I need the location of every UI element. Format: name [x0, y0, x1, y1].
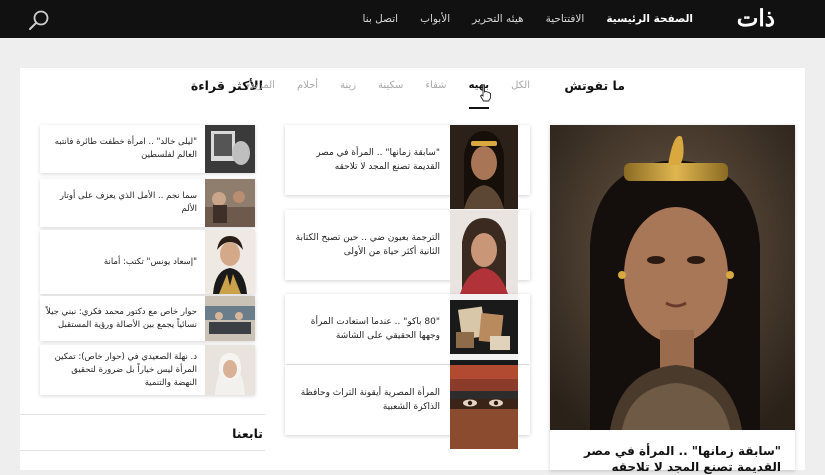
- site-logo[interactable]: ذات: [737, 2, 775, 36]
- tab-all[interactable]: الكل: [511, 79, 530, 99]
- most-read-item[interactable]: د. نهلة الصعيدي في (حوار خاص): تمكين الم…: [40, 345, 255, 395]
- nav-contact[interactable]: اتصل بنا: [363, 0, 399, 38]
- most-read-title[interactable]: حوار خاص مع دكتور محمد فكري: نبني جيلاً …: [46, 296, 197, 341]
- search-icon[interactable]: [28, 9, 50, 31]
- nav-sections[interactable]: الأبواب: [420, 0, 450, 38]
- most-read-title[interactable]: سما نجم .. الأمل الذي يعزف على أوتار الأ…: [46, 179, 197, 227]
- tab-more-label: المزيد: [249, 80, 275, 91]
- tab-shifaa[interactable]: شفاء: [425, 79, 446, 99]
- nav-editorial-board[interactable]: هيئه التحرير: [472, 0, 523, 38]
- tab-sakina[interactable]: سكينة: [378, 79, 403, 99]
- article-thumbnail: [450, 210, 518, 294]
- featured-article-card[interactable]: "سابقة زمانها" .. المرأة في مصر القديمة …: [550, 125, 795, 474]
- tab-zina[interactable]: زينة: [340, 79, 356, 99]
- most-read-title[interactable]: "ليلى خالد" .. امرأة خطفت طائرة فانتبه ا…: [46, 125, 197, 173]
- article-card[interactable]: "سابقة زمانها" .. المرأة في مصر القديمة …: [285, 125, 530, 209]
- top-navigation-bar: ذات الصفحة الرئيسية الافتتاحية هيئه التح…: [0, 0, 825, 38]
- most-read-item[interactable]: "إسعاد يونس" تكتب: أمانة: [40, 230, 255, 294]
- article-card[interactable]: "80 باكو" .. عندما استعادت المرأة وجهها …: [285, 294, 530, 378]
- article-title[interactable]: الترجمة بعيون ضي .. حين تصبح الكتابة الث…: [293, 210, 440, 280]
- article-card[interactable]: الترجمة بعيون ضي .. حين تصبح الكتابة الث…: [285, 210, 530, 294]
- nav-editorial[interactable]: الافتتاحية: [546, 0, 585, 38]
- article-title[interactable]: "سابقة زمانها" .. المرأة في مصر القديمة …: [293, 125, 440, 195]
- article-thumbnail: [205, 230, 255, 294]
- article-title[interactable]: "80 باكو" .. عندما استعادت المرأة وجهها …: [293, 294, 440, 364]
- article-thumbnail: [205, 345, 255, 395]
- nav-home[interactable]: الصفحة الرئيسية: [606, 0, 693, 38]
- article-thumbnail: [450, 125, 518, 209]
- must-read-heading: ما تفوتش: [564, 78, 625, 93]
- article-thumbnail: [205, 296, 255, 341]
- most-read-title[interactable]: "إسعاد يونس" تكتب: أمانة: [46, 230, 197, 294]
- article-thumbnail: [205, 125, 255, 173]
- article-title[interactable]: المرأة المصرية أيقونة التراث وحافظة الذا…: [293, 365, 440, 435]
- most-read-item[interactable]: سما نجم .. الأمل الذي يعزف على أوتار الأ…: [40, 179, 255, 227]
- tab-more[interactable]: المزيد▾: [246, 79, 275, 99]
- tab-ahlam[interactable]: أحلام: [297, 79, 318, 99]
- sidebar-divider: [20, 450, 265, 451]
- most-read-item[interactable]: حوار خاص مع دكتور محمد فكري: نبني جيلاً …: [40, 296, 255, 341]
- follow-us-heading: تابعنا: [232, 426, 263, 441]
- main-nav: الصفحة الرئيسية الافتتاحية هيئه التحرير …: [341, 0, 693, 38]
- article-card[interactable]: المرأة المصرية أيقونة التراث وحافظة الذا…: [285, 365, 530, 449]
- featured-article-title[interactable]: "سابقة زمانها" .. المرأة في مصر القديمة …: [561, 443, 781, 475]
- article-thumbnail: [205, 179, 255, 227]
- sidebar-divider: [20, 414, 265, 415]
- most-read-item[interactable]: "ليلى خالد" .. امرأة خطفت طائرة فانتبه ا…: [40, 125, 255, 173]
- hand-cursor-icon: [479, 84, 491, 102]
- featured-article-image: [550, 125, 795, 430]
- article-thumbnail: [450, 365, 518, 449]
- most-read-title[interactable]: د. نهلة الصعيدي في (حوار خاص): تمكين الم…: [46, 345, 197, 395]
